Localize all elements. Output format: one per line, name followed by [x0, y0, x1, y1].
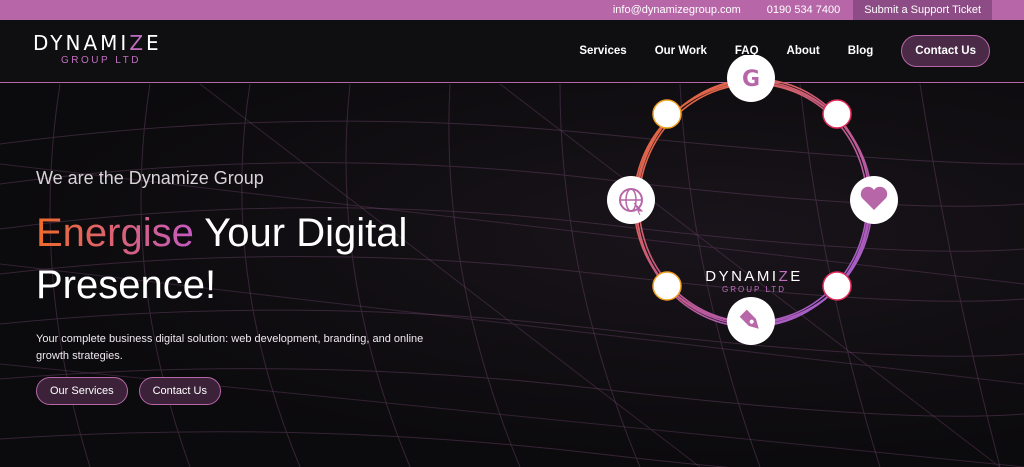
hero-text-block: We are the Dynamize Group Energise Your … — [36, 168, 496, 365]
support-ticket-button[interactable]: Submit a Support Ticket — [853, 0, 992, 20]
hero-description: Your complete business digital solution:… — [36, 333, 424, 362]
contact-us-hero-button[interactable]: Contact Us — [138, 377, 221, 405]
ring-logo-subtitle: GROUP LTD — [722, 285, 786, 294]
hero-tagline: We are the Dynamize Group — [36, 168, 264, 188]
headline-rest-2: Presence! — [36, 263, 217, 307]
logo-wordmark: DYNAMIZE — [33, 31, 162, 55]
logo-subtitle: GROUP LTD — [61, 55, 141, 66]
hero-headline: Energise Your Digital Presence! — [36, 207, 496, 311]
hero-buttons: Our Services Contact Us — [36, 377, 232, 405]
ring-center-logo: DYNAMIZE GROUP LTD — [693, 268, 815, 294]
headline-accent: Energise — [36, 211, 194, 255]
ring-logo-wordmark: DYNAMIZE — [705, 268, 803, 285]
logo[interactable]: DYNAMIZE GROUP LTD — [33, 33, 193, 66]
service-ring-graphic: G — [607, 55, 898, 345]
headline-rest-1: Your Digital — [193, 211, 408, 255]
contact-us-nav-button[interactable]: Contact Us — [901, 35, 990, 67]
phone-link[interactable]: 0190 534 7400 — [754, 0, 853, 20]
top-bar: info@dynamizegroup.com 0190 534 7400 Sub… — [0, 0, 1024, 20]
email-link[interactable]: info@dynamizegroup.com — [600, 0, 754, 20]
google-icon: G — [742, 67, 760, 92]
our-services-button[interactable]: Our Services — [36, 377, 128, 405]
